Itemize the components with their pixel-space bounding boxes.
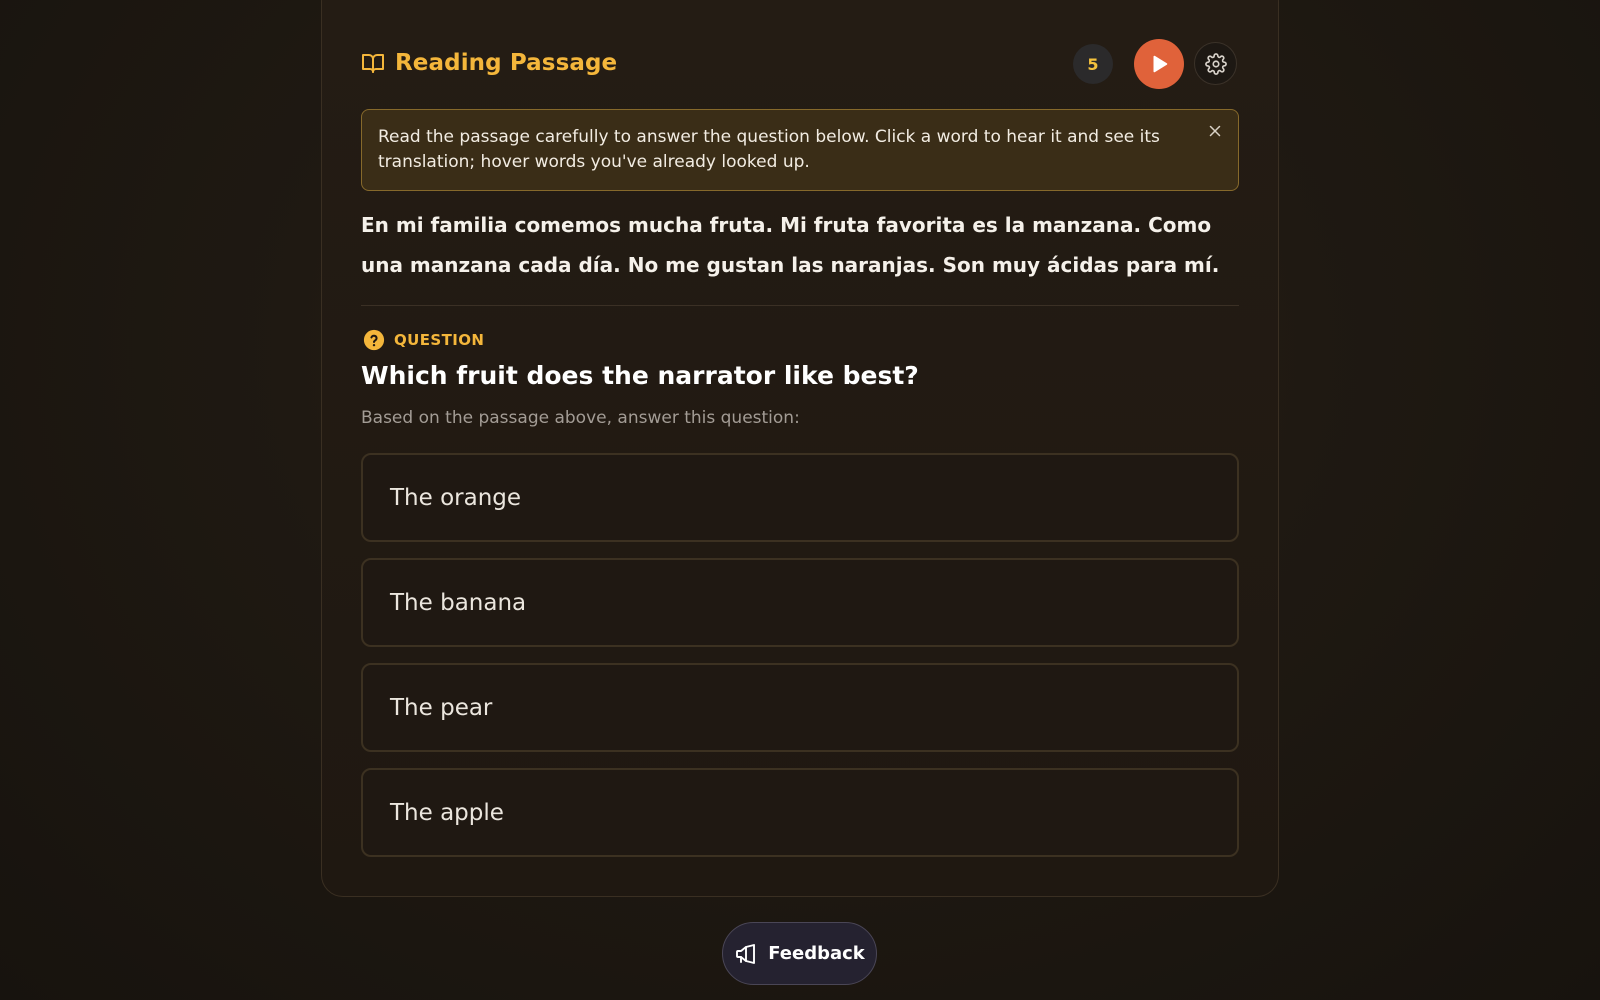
answer-option[interactable]: The orange (361, 453, 1239, 542)
feedback-button[interactable]: Feedback (722, 922, 877, 985)
answer-option[interactable]: The banana (361, 558, 1239, 647)
play-button[interactable] (1134, 39, 1184, 89)
passage-text[interactable]: En mi familia comemos mucha fruta. Mi fr… (361, 205, 1241, 285)
question-label-group: QUESTION (363, 328, 484, 352)
count-badge: 5 (1073, 44, 1113, 84)
play-icon (1153, 55, 1168, 73)
question-label: QUESTION (394, 331, 485, 349)
answer-options: The orange The banana The pear The apple (361, 453, 1239, 873)
close-icon[interactable] (1206, 122, 1224, 140)
book-open-icon (362, 54, 384, 73)
question-circle-icon (363, 329, 385, 351)
settings-button[interactable] (1194, 42, 1237, 85)
feedback-label: Feedback (768, 943, 865, 964)
divider (361, 305, 1239, 306)
question-subtext: Based on the passage above, answer this … (361, 408, 800, 428)
card-header: Reading Passage 5 (361, 38, 1239, 89)
notice-text: Read the passage carefully to answer the… (378, 127, 1160, 172)
question-text: Which fruit does the narrator like best? (361, 361, 919, 390)
megaphone-icon (736, 943, 756, 964)
title-group: Reading Passage (361, 48, 617, 78)
gear-icon (1204, 52, 1227, 75)
page-title: Reading Passage (395, 50, 618, 76)
instruction-notice: Read the passage carefully to answer the… (361, 109, 1239, 191)
answer-option[interactable]: The pear (361, 663, 1239, 752)
answer-option[interactable]: The apple (361, 768, 1239, 857)
